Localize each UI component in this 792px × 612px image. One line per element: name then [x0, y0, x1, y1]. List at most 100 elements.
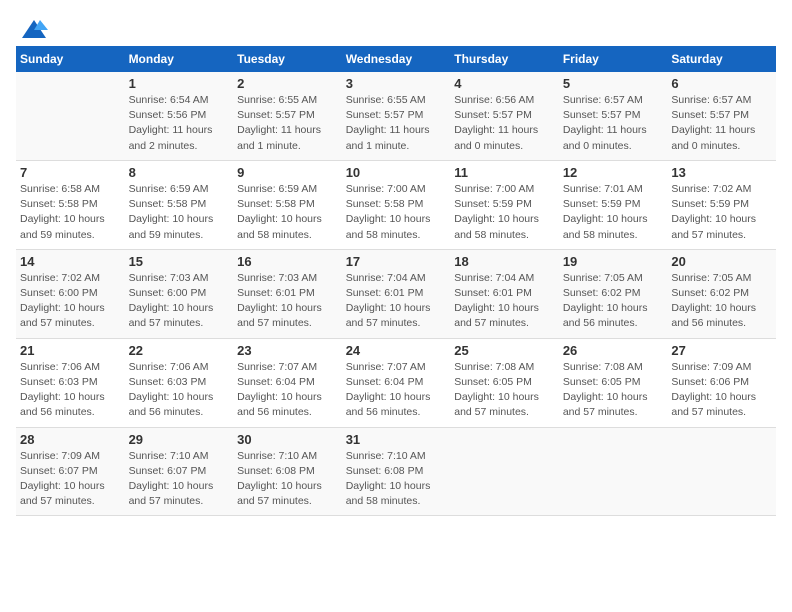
- calendar-cell: 30 Sunrise: 7:10 AM Sunset: 6:08 PM Dayli…: [233, 427, 342, 516]
- weekday-header-monday: Monday: [125, 46, 234, 72]
- calendar-cell: 9Sunrise: 6:59 AM Sunset: 5:58 PM Daylig…: [233, 160, 342, 249]
- day-info: Sunrise: 7:07 AM Sunset: 6:04 PM Dayligh…: [237, 360, 338, 421]
- day-number: 15: [129, 254, 230, 269]
- day-number: 30: [237, 432, 338, 447]
- calendar-cell: 3 Sunrise: 6:55 AM Sunset: 5:57 PM Daylig…: [342, 72, 451, 160]
- calendar-cell: 27 Sunrise: 7:09 AM Sunset: 6:06 PM Dayli…: [667, 338, 776, 427]
- day-info: Sunrise: 7:09 AM Sunset: 6:07 PM Dayligh…: [20, 449, 121, 510]
- day-info: Sunrise: 7:02 AM Sunset: 6:00 PM Dayligh…: [20, 271, 121, 332]
- day-info: Sunrise: 6:55 AM Sunset: 5:57 PM Dayligh…: [346, 93, 447, 154]
- day-number: 8: [129, 165, 230, 180]
- calendar-cell: 5Sunrise: 6:57 AM Sunset: 5:57 PM Daylig…: [559, 72, 668, 160]
- calendar-week-row: 21 Sunrise: 7:06 AM Sunset: 6:03 PM Dayli…: [16, 338, 776, 427]
- day-info: Sunrise: 6:54 AM Sunset: 5:56 PM Dayligh…: [129, 93, 230, 154]
- day-number: 5: [563, 76, 664, 91]
- day-info: Sunrise: 6:57 AM Sunset: 5:57 PM Dayligh…: [671, 93, 772, 154]
- day-number: 19: [563, 254, 664, 269]
- day-info: Sunrise: 7:04 AM Sunset: 6:01 PM Dayligh…: [454, 271, 555, 332]
- calendar-cell: 29Sunrise: 7:10 AM Sunset: 6:07 PM Dayli…: [125, 427, 234, 516]
- calendar-cell: 11 Sunrise: 7:00 AM Sunset: 5:59 PM Dayli…: [450, 160, 559, 249]
- calendar-week-row: 1 Sunrise: 6:54 AM Sunset: 5:56 PM Daylig…: [16, 72, 776, 160]
- calendar-cell: 8Sunrise: 6:59 AM Sunset: 5:58 PM Daylig…: [125, 160, 234, 249]
- day-number: 4: [454, 76, 555, 91]
- calendar-cell: 28 Sunrise: 7:09 AM Sunset: 6:07 PM Dayli…: [16, 427, 125, 516]
- calendar-cell: 23 Sunrise: 7:07 AM Sunset: 6:04 PM Dayli…: [233, 338, 342, 427]
- weekday-header-row: SundayMondayTuesdayWednesdayThursdayFrid…: [16, 46, 776, 72]
- day-number: 24: [346, 343, 447, 358]
- day-info: Sunrise: 7:08 AM Sunset: 6:05 PM Dayligh…: [454, 360, 555, 421]
- calendar-cell: [559, 427, 668, 516]
- day-number: 14: [20, 254, 121, 269]
- calendar-cell: 12 Sunrise: 7:01 AM Sunset: 5:59 PM Dayli…: [559, 160, 668, 249]
- day-number: 11: [454, 165, 555, 180]
- calendar-cell: 24 Sunrise: 7:07 AM Sunset: 6:04 PM Dayli…: [342, 338, 451, 427]
- day-info: Sunrise: 6:59 AM Sunset: 5:58 PM Dayligh…: [237, 182, 338, 243]
- day-number: 26: [563, 343, 664, 358]
- day-info: Sunrise: 7:04 AM Sunset: 6:01 PM Dayligh…: [346, 271, 447, 332]
- day-number: 20: [671, 254, 772, 269]
- day-number: 25: [454, 343, 555, 358]
- calendar-cell: 26 Sunrise: 7:08 AM Sunset: 6:05 PM Dayli…: [559, 338, 668, 427]
- day-number: 1: [129, 76, 230, 91]
- day-number: 28: [20, 432, 121, 447]
- calendar-cell: 13Sunrise: 7:02 AM Sunset: 5:59 PM Dayli…: [667, 160, 776, 249]
- day-number: 6: [671, 76, 772, 91]
- day-number: 18: [454, 254, 555, 269]
- weekday-header-thursday: Thursday: [450, 46, 559, 72]
- day-number: 7: [20, 165, 121, 180]
- calendar-week-row: 7 Sunrise: 6:58 AM Sunset: 5:58 PM Daylig…: [16, 160, 776, 249]
- calendar-cell: 15 Sunrise: 7:03 AM Sunset: 6:00 PM Dayli…: [125, 249, 234, 338]
- calendar-cell: 16 Sunrise: 7:03 AM Sunset: 6:01 PM Dayli…: [233, 249, 342, 338]
- weekday-header-friday: Friday: [559, 46, 668, 72]
- calendar-cell: 20Sunrise: 7:05 AM Sunset: 6:02 PM Dayli…: [667, 249, 776, 338]
- day-number: 22: [129, 343, 230, 358]
- weekday-header-sunday: Sunday: [16, 46, 125, 72]
- day-info: Sunrise: 6:58 AM Sunset: 5:58 PM Dayligh…: [20, 182, 121, 243]
- day-info: Sunrise: 7:06 AM Sunset: 6:03 PM Dayligh…: [129, 360, 230, 421]
- day-number: 2: [237, 76, 338, 91]
- calendar-cell: 21 Sunrise: 7:06 AM Sunset: 6:03 PM Dayli…: [16, 338, 125, 427]
- day-number: 23: [237, 343, 338, 358]
- logo-icon: [20, 16, 48, 44]
- calendar-cell: [667, 427, 776, 516]
- day-info: Sunrise: 7:07 AM Sunset: 6:04 PM Dayligh…: [346, 360, 447, 421]
- day-info: Sunrise: 7:10 AM Sunset: 6:07 PM Dayligh…: [129, 449, 230, 510]
- day-info: Sunrise: 7:05 AM Sunset: 6:02 PM Dayligh…: [563, 271, 664, 332]
- day-info: Sunrise: 7:03 AM Sunset: 6:00 PM Dayligh…: [129, 271, 230, 332]
- weekday-header-tuesday: Tuesday: [233, 46, 342, 72]
- day-info: Sunrise: 6:56 AM Sunset: 5:57 PM Dayligh…: [454, 93, 555, 154]
- day-number: 27: [671, 343, 772, 358]
- calendar-cell: [16, 72, 125, 160]
- calendar-cell: 2 Sunrise: 6:55 AM Sunset: 5:57 PM Daylig…: [233, 72, 342, 160]
- page-header: [16, 16, 776, 38]
- day-info: Sunrise: 7:00 AM Sunset: 5:59 PM Dayligh…: [454, 182, 555, 243]
- calendar-week-row: 14 Sunrise: 7:02 AM Sunset: 6:00 PM Dayli…: [16, 249, 776, 338]
- calendar-cell: [450, 427, 559, 516]
- day-number: 12: [563, 165, 664, 180]
- day-number: 31: [346, 432, 447, 447]
- calendar-cell: 1 Sunrise: 6:54 AM Sunset: 5:56 PM Daylig…: [125, 72, 234, 160]
- day-info: Sunrise: 7:06 AM Sunset: 6:03 PM Dayligh…: [20, 360, 121, 421]
- day-number: 16: [237, 254, 338, 269]
- calendar-week-row: 28 Sunrise: 7:09 AM Sunset: 6:07 PM Dayli…: [16, 427, 776, 516]
- calendar-cell: 19 Sunrise: 7:05 AM Sunset: 6:02 PM Dayli…: [559, 249, 668, 338]
- day-number: 17: [346, 254, 447, 269]
- calendar-cell: 10Sunrise: 7:00 AM Sunset: 5:58 PM Dayli…: [342, 160, 451, 249]
- day-info: Sunrise: 7:01 AM Sunset: 5:59 PM Dayligh…: [563, 182, 664, 243]
- day-info: Sunrise: 7:10 AM Sunset: 6:08 PM Dayligh…: [237, 449, 338, 510]
- day-info: Sunrise: 7:03 AM Sunset: 6:01 PM Dayligh…: [237, 271, 338, 332]
- calendar-cell: 25 Sunrise: 7:08 AM Sunset: 6:05 PM Dayli…: [450, 338, 559, 427]
- day-info: Sunrise: 7:00 AM Sunset: 5:58 PM Dayligh…: [346, 182, 447, 243]
- day-number: 21: [20, 343, 121, 358]
- weekday-header-saturday: Saturday: [667, 46, 776, 72]
- day-info: Sunrise: 6:55 AM Sunset: 5:57 PM Dayligh…: [237, 93, 338, 154]
- calendar-cell: 7 Sunrise: 6:58 AM Sunset: 5:58 PM Daylig…: [16, 160, 125, 249]
- day-info: Sunrise: 7:08 AM Sunset: 6:05 PM Dayligh…: [563, 360, 664, 421]
- day-number: 3: [346, 76, 447, 91]
- day-info: Sunrise: 7:10 AM Sunset: 6:08 PM Dayligh…: [346, 449, 447, 510]
- day-number: 13: [671, 165, 772, 180]
- calendar-cell: 6 Sunrise: 6:57 AM Sunset: 5:57 PM Daylig…: [667, 72, 776, 160]
- day-info: Sunrise: 7:09 AM Sunset: 6:06 PM Dayligh…: [671, 360, 772, 421]
- calendar-cell: 18 Sunrise: 7:04 AM Sunset: 6:01 PM Dayli…: [450, 249, 559, 338]
- calendar-cell: 22 Sunrise: 7:06 AM Sunset: 6:03 PM Dayli…: [125, 338, 234, 427]
